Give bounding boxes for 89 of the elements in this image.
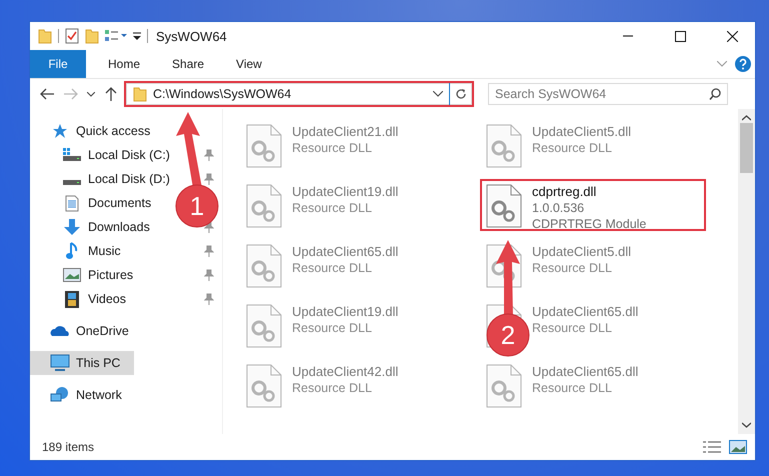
file-menu-button[interactable]: File	[30, 50, 86, 78]
dll-file-icon	[486, 184, 522, 228]
refresh-icon	[454, 88, 466, 100]
scroll-down-icon[interactable]	[742, 422, 751, 428]
drive-icon	[63, 180, 81, 184]
chevron-down-icon[interactable]	[433, 91, 443, 97]
large-icons-view-icon[interactable]	[729, 440, 747, 454]
help-icon[interactable]	[735, 56, 751, 72]
properties-icon[interactable]	[65, 28, 79, 44]
dll-file-icon	[486, 364, 522, 408]
file-detail: Resource DLL	[292, 381, 373, 395]
film-icon	[65, 290, 79, 308]
nav-item[interactable]: Quick access	[30, 119, 154, 143]
new-folder-icon	[85, 28, 99, 44]
nav-item[interactable]: Documents	[30, 191, 156, 215]
nav-item[interactable]: Pictures	[30, 263, 138, 287]
nav-item[interactable]: Local Disk (D:)	[30, 167, 174, 191]
file-detail: Resource DLL	[292, 141, 373, 155]
file-detail: Resource DLL	[292, 321, 373, 335]
ribbon-tab[interactable]: View	[220, 50, 278, 78]
file-name[interactable]: UpdateClient21.dll	[292, 124, 398, 139]
ribbon-tab[interactable]: Home	[92, 50, 156, 78]
nav-item[interactable]: Music	[30, 239, 125, 263]
view-list-icon[interactable]	[105, 29, 127, 43]
file-detail: Resource DLL	[532, 261, 613, 275]
drive-icon	[63, 148, 81, 162]
file-detail: Resource DLL	[532, 381, 613, 395]
pin-icon[interactable]	[204, 293, 214, 305]
scroll-up-icon[interactable]	[742, 115, 751, 121]
close-icon	[726, 30, 738, 42]
item-count: 189 items	[42, 440, 96, 454]
file-name[interactable]: UpdateClient19.dll	[292, 184, 398, 199]
file-name[interactable]: UpdateClient65.dll	[532, 304, 638, 319]
pin-icon[interactable]	[204, 245, 214, 257]
chevron-down-icon	[87, 92, 95, 96]
music-note-icon	[66, 242, 78, 260]
scrollbar[interactable]	[738, 109, 755, 434]
nav-item[interactable]: This PC	[30, 351, 134, 375]
file-name[interactable]: UpdateClient65.dll	[532, 364, 638, 379]
back-arrow-icon	[40, 88, 54, 100]
scrollbar-thumb[interactable]	[740, 123, 753, 173]
dll-file-icon	[246, 124, 282, 168]
file-name[interactable]: UpdateClient65.dll	[292, 244, 398, 259]
file-name[interactable]: UpdateClient19.dll	[292, 304, 398, 319]
file-detail: Resource DLL	[532, 321, 613, 335]
pin-icon[interactable]	[204, 269, 214, 281]
file-name[interactable]: UpdateClient42.dll	[292, 364, 398, 379]
folder-icon	[133, 86, 147, 102]
file-name[interactable]: UpdateClient5.dll	[532, 244, 632, 259]
dll-file-icon	[246, 304, 282, 348]
window-title: SysWOW64	[156, 28, 228, 44]
nav-item[interactable]: Network	[30, 383, 126, 407]
search-field[interactable]: Search SysWOW64	[488, 83, 728, 105]
down-arrow-icon	[63, 218, 81, 236]
file-detail: Resource DLL	[292, 261, 373, 275]
monitor-icon	[50, 354, 70, 372]
dll-file-icon	[246, 244, 282, 288]
details-view-icon[interactable]	[703, 440, 721, 454]
folder-icon	[38, 28, 52, 44]
dll-file-icon	[246, 184, 282, 228]
file-name[interactable]: UpdateClient5.dll	[532, 124, 632, 139]
cloud-icon	[50, 325, 70, 337]
file-detail: CDPRTREG Module	[532, 217, 646, 231]
file-name[interactable]: cdprtreg.dll	[532, 184, 646, 199]
picture-icon	[63, 268, 81, 282]
pin-icon[interactable]	[204, 173, 214, 185]
maximize-icon	[674, 30, 686, 42]
file-detail: 1.0.0.536	[532, 201, 586, 215]
forward-arrow-icon	[64, 88, 78, 100]
address-field[interactable]: C:\Windows\SysWOW64	[126, 83, 472, 105]
dropdown-icon[interactable]	[133, 31, 141, 41]
file-tile[interactable]: cdprtreg.dll 1.0.0.536 CDPRTREG Module	[480, 179, 706, 231]
dll-file-icon	[246, 364, 282, 408]
nav-item[interactable]: OneDrive	[30, 319, 133, 343]
dll-file-icon	[486, 124, 522, 168]
nav-item[interactable]: Downloads	[30, 215, 154, 239]
document-icon	[65, 194, 79, 212]
up-arrow-icon	[105, 87, 117, 101]
file-detail: Resource DLL	[532, 141, 613, 155]
pin-icon[interactable]	[204, 149, 214, 161]
address-path: C:\Windows\SysWOW64	[153, 87, 292, 101]
ribbon-tab[interactable]: Share	[156, 50, 220, 78]
star-icon	[52, 123, 68, 139]
network-icon	[50, 386, 70, 404]
nav-item[interactable]: Videos	[30, 287, 130, 311]
nav-item[interactable]: Local Disk (C:)	[30, 143, 174, 167]
search-icon	[709, 88, 721, 100]
minimize-icon	[623, 35, 633, 37]
file-detail: Resource DLL	[292, 201, 373, 215]
